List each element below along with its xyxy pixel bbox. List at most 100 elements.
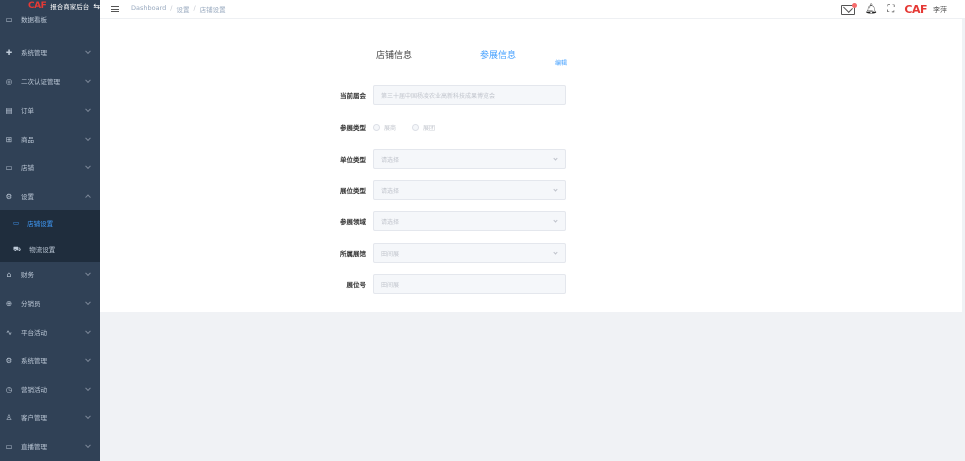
notification-dot <box>851 2 857 8</box>
chevron-down-icon <box>85 299 91 306</box>
chevron-down-icon <box>85 163 91 170</box>
chevron-down-icon <box>553 187 558 192</box>
chevron-down-icon <box>85 106 91 113</box>
sidebar-item-settings[interactable]: ⚙ 设置 <box>0 182 100 210</box>
brand-title: 报合商家后台 <box>50 3 90 11</box>
radio-exhibitor[interactable]: 展商 <box>373 123 396 132</box>
edit-link[interactable]: 编辑 <box>555 58 567 67</box>
sidebar-item-customers[interactable]: ♙ 客户管理 <box>0 403 100 431</box>
chevron-down-icon <box>85 77 91 84</box>
monitor-icon: ▭ <box>5 162 13 172</box>
sidebar-item-marketing[interactable]: ◷ 营销活动 <box>0 375 100 403</box>
user-name[interactable]: 李萍 <box>933 5 947 15</box>
booth-type-select[interactable]: 请选择 <box>373 180 566 200</box>
mail-icon[interactable] <box>840 2 857 15</box>
topbar-tools: 🔔︎ ⛶ CAF 李萍 <box>840 0 947 19</box>
circle-plus-icon: ✚ <box>5 47 13 57</box>
monitor-icon: ▭ <box>5 14 13 24</box>
sidebar-item-label: 订单 <box>21 107 34 115</box>
sidebar-item-label: 系统管理 <box>21 49 47 57</box>
sidebar-item-orders[interactable]: ▤ 订单 <box>0 96 100 124</box>
document-icon: ▤ <box>5 105 13 115</box>
sidebar-item-label: 直播管理 <box>21 443 47 451</box>
chevron-down-icon <box>85 135 91 142</box>
booth-no-input[interactable]: 田间展 <box>373 274 566 294</box>
breadcrumb: Dashboard / 设置 / 店铺设置 <box>131 4 226 14</box>
booth-no-label: 展位号 <box>346 281 367 289</box>
form-row-exhibit-area: 参展领域 请选择 <box>325 211 685 231</box>
sidebar-item-finance[interactable]: ⌂ 财务 <box>0 260 100 288</box>
bell-icon[interactable]: 🔔︎ <box>865 4 878 15</box>
sidebar-item-products[interactable]: ⊞ 商品 <box>0 125 100 153</box>
chevron-down-icon <box>85 413 91 420</box>
tab-exhibit-info[interactable]: 参展信息 <box>480 48 516 61</box>
exhibit-area-label: 参展领域 <box>340 218 366 226</box>
chevron-down-icon <box>85 385 91 392</box>
chevron-down-icon <box>85 328 91 335</box>
topbar: Dashboard / 设置 / 店铺设置 🔔︎ ⛶ CAF 李萍 <box>100 0 965 19</box>
sidebar-item-system[interactable]: ✚ 系统管理 <box>0 38 100 66</box>
monitor-icon: ▭ <box>13 219 20 227</box>
truck-icon: ⛟ <box>13 244 22 253</box>
hall-label: 所属展馆 <box>340 250 366 258</box>
exhibit-area-select[interactable]: 请选择 <box>373 211 566 231</box>
main-card: 店铺信息 参展信息 编辑 当前届会 第三十届中国杨凌农业高新科技成果博览会 参展… <box>100 19 962 312</box>
sidebar-item-label: 店铺 <box>21 164 34 172</box>
radio-circle <box>412 123 420 131</box>
tab-shop-info[interactable]: 店铺信息 <box>376 48 412 61</box>
chevron-down-icon <box>553 218 558 223</box>
booth-type-label: 展位类型 <box>340 187 366 195</box>
sidebar-item-dashboard[interactable]: ▭ 数据看板 <box>0 12 100 26</box>
hamburger-icon[interactable] <box>111 6 119 12</box>
sidebar-item-distributor[interactable]: ⊕ 分销员 <box>0 289 100 317</box>
chevron-down-icon <box>85 442 91 449</box>
hall-select[interactable]: 田间展 <box>373 243 566 263</box>
sidebar-item-label: 平台活动 <box>21 329 47 337</box>
unit-type-placeholder: 请选择 <box>381 156 400 164</box>
breadcrumb-settings[interactable]: 设置 <box>176 4 189 14</box>
sidebar-item-label: 分销员 <box>21 300 41 308</box>
sidebar-item-logistics-settings[interactable]: ⛟ 物流设置 <box>0 236 100 262</box>
eye-icon: ◎ <box>5 76 13 86</box>
radio-delegation[interactable]: 展团 <box>412 123 435 132</box>
unit-type-select[interactable]: 请选择 <box>373 149 566 169</box>
sidebar-item-shop-settings[interactable]: ▭ 店铺设置 <box>0 210 100 236</box>
settings-submenu: ▭ 店铺设置 ⛟ 物流设置 <box>0 210 100 262</box>
chevron-down-icon <box>553 250 558 255</box>
sidebar-item-platform-activity[interactable]: ∿ 平台活动 <box>0 318 100 346</box>
sidebar-item-label: 店铺设置 <box>27 220 54 228</box>
breadcrumb-shop-settings: 店铺设置 <box>199 6 226 14</box>
sidebar-item-live[interactable]: ▭ 直播管理 <box>0 432 100 460</box>
session-field: 第三十届中国杨凌农业高新科技成果博览会 <box>373 85 566 105</box>
session-label: 当前届会 <box>340 92 366 100</box>
grid-icon: ⊞ <box>5 134 13 144</box>
swap-icon[interactable]: ⇆ <box>93 2 100 11</box>
gear-icon: ⚙ <box>5 355 13 365</box>
user-avatar-logo[interactable]: CAF <box>904 3 927 16</box>
bank-icon: ⌂ <box>6 269 12 279</box>
sidebar-item-system-2[interactable]: ⚙ 系统管理 <box>0 346 100 374</box>
form-row-hall: 所属展馆 田间展 <box>325 243 685 263</box>
sidebar-item-shop[interactable]: ▭ 店铺 <box>0 153 100 181</box>
form-row-exhibit-type: 参展类型 展商 展团 <box>325 117 685 137</box>
globe-icon: ⊕ <box>5 298 13 308</box>
form-row-session: 当前届会 第三十届中国杨凌农业高新科技成果博览会 <box>325 85 685 105</box>
form-row-unit-type: 单位类型 请选择 <box>325 149 685 169</box>
sidebar-item-label: 商品 <box>21 136 34 144</box>
brand-logo: CAF <box>28 1 47 11</box>
exhibit-type-radios: 展商 展团 <box>373 123 435 132</box>
booth-type-placeholder: 请选择 <box>381 187 400 195</box>
chevron-down-icon <box>85 48 91 55</box>
radio-label: 展商 <box>384 124 397 132</box>
breadcrumb-dashboard[interactable]: Dashboard <box>131 4 166 14</box>
exhibit-area-placeholder: 请选择 <box>381 218 400 226</box>
session-value: 第三十届中国杨凌农业高新科技成果博览会 <box>381 92 496 100</box>
form-row-booth-no: 展位号 田间展 <box>325 274 685 294</box>
chevron-up-icon <box>85 194 91 201</box>
sidebar: CAF 报合商家后台 ⇆ ▭ 数据看板 ✚ 系统管理 ◎ 二次认证管理 ▤ 订单… <box>0 0 100 461</box>
radio-circle <box>373 123 380 131</box>
sidebar-item-2fa[interactable]: ◎ 二次认证管理 <box>0 67 100 95</box>
gear-icon: ⚙ <box>5 191 13 201</box>
fullscreen-icon[interactable]: ⛶ <box>887 4 894 15</box>
sidebar-item-label: 财务 <box>21 271 34 279</box>
